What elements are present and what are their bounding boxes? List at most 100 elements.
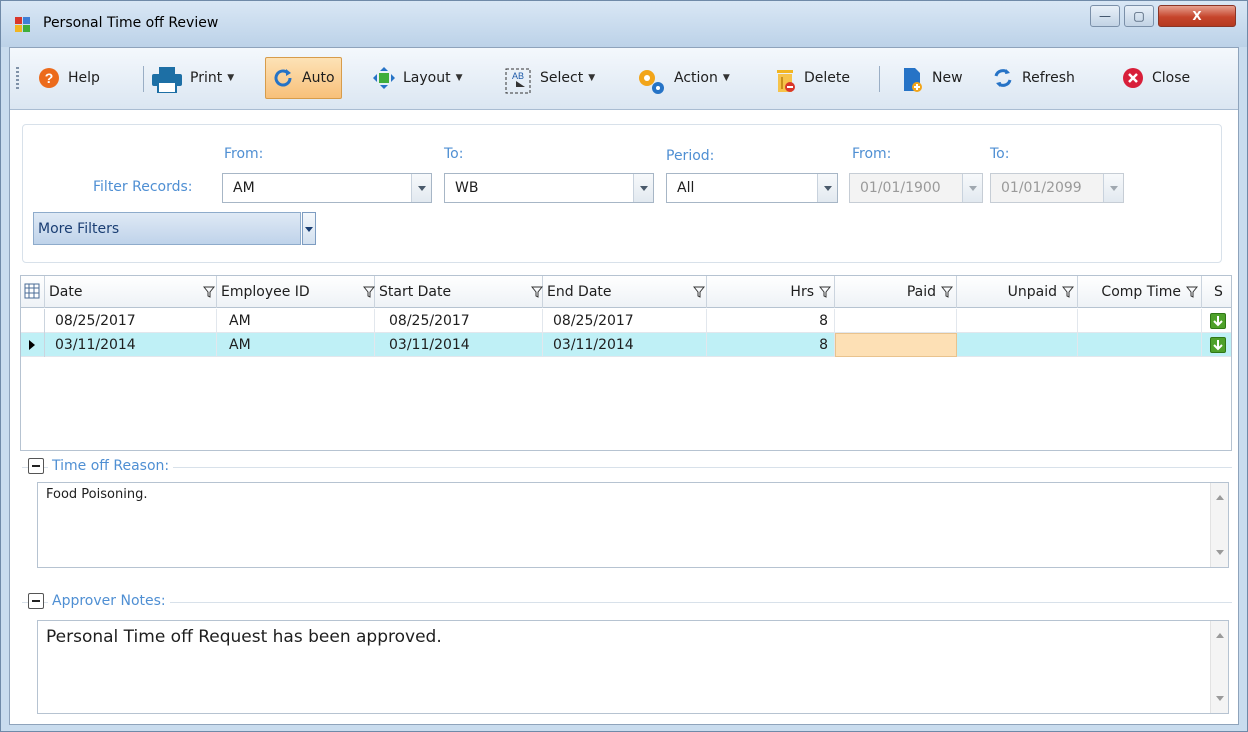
close-window-button[interactable]: X — [1158, 5, 1236, 27]
new-document-icon — [902, 67, 924, 92]
cell-date[interactable]: 03/11/2014 — [45, 333, 217, 357]
app-icon — [15, 17, 33, 33]
cell-unpaid[interactable] — [957, 333, 1078, 357]
time-off-grid: Date Employee ID Start Date End Date Hrs — [20, 275, 1232, 451]
cell-employee-id[interactable]: AM — [217, 309, 375, 333]
client-area: ? Help Print ▼ Auto Layout ▼ AB Select ▼… — [9, 47, 1239, 725]
vertical-scrollbar[interactable] — [1210, 483, 1228, 567]
more-filters-arrow-icon[interactable] — [302, 212, 316, 245]
filter-funnel-icon[interactable] — [531, 286, 543, 298]
cell-hrs[interactable]: 8 — [707, 333, 835, 357]
filter-funnel-icon[interactable] — [363, 286, 375, 298]
cell-comp-time[interactable] — [1078, 309, 1202, 333]
period-label: Period: — [666, 148, 715, 164]
select-button[interactable]: AB Select ▼ — [504, 57, 595, 99]
dropdown-arrow-icon[interactable] — [633, 174, 653, 202]
column-unpaid[interactable]: Unpaid — [957, 276, 1078, 308]
dropdown-arrow-icon[interactable] — [817, 174, 837, 202]
cell-end-date[interactable]: 08/25/2017 — [543, 309, 707, 333]
collapse-icon[interactable] — [28, 458, 44, 474]
column-hrs[interactable]: Hrs — [707, 276, 835, 308]
current-row-indicator-icon — [29, 340, 35, 350]
time-off-reason-label: Time off Reason: — [48, 458, 174, 474]
refresh-auto-icon — [272, 67, 294, 89]
from-employee-combo[interactable]: AM — [222, 173, 432, 203]
collapse-icon[interactable] — [28, 593, 44, 609]
cell-paid-editing[interactable] — [835, 333, 957, 357]
period-combo[interactable]: All — [666, 173, 838, 203]
delete-icon — [774, 67, 796, 92]
column-comp-time[interactable]: Comp Time — [1078, 276, 1202, 308]
time-off-reason-group: Time off Reason: Food Poisoning. — [22, 458, 1232, 579]
column-date[interactable]: Date — [45, 276, 217, 308]
chevron-down-icon: ▼ — [227, 73, 235, 83]
action-button[interactable]: Action ▼ — [636, 57, 730, 99]
cell-employee-id[interactable]: AM — [217, 333, 375, 357]
auto-button[interactable]: Auto — [265, 57, 342, 99]
layout-icon — [373, 67, 395, 89]
cell-start-date[interactable]: 03/11/2014 — [375, 333, 543, 357]
help-button[interactable]: ? Help — [38, 57, 100, 99]
filter-panel: From: To: Period: From: To: Filter Recor… — [22, 124, 1222, 263]
scroll-down-icon[interactable] — [1216, 550, 1224, 555]
maximize-button[interactable]: ▢ — [1124, 5, 1154, 27]
scroll-up-icon[interactable] — [1216, 633, 1224, 638]
close-icon — [1122, 67, 1144, 89]
chevron-down-icon: ▼ — [722, 73, 730, 83]
column-end-date[interactable]: End Date — [543, 276, 707, 308]
filter-funnel-icon[interactable] — [1062, 286, 1074, 298]
toolbar-grip[interactable] — [16, 67, 19, 91]
cell-date[interactable]: 08/25/2017 — [45, 309, 217, 333]
status-download-icon[interactable] — [1210, 313, 1226, 329]
filter-records-label: Filter Records: — [93, 179, 193, 195]
filter-funnel-icon[interactable] — [1186, 286, 1198, 298]
column-paid[interactable]: Paid — [835, 276, 957, 308]
cell-end-date[interactable]: 03/11/2014 — [543, 333, 707, 357]
column-employee-id[interactable]: Employee ID — [217, 276, 375, 308]
toolbar-separator — [879, 66, 880, 92]
refresh-icon — [992, 67, 1014, 89]
column-start-date[interactable]: Start Date — [375, 276, 543, 308]
approver-notes-label: Approver Notes: — [48, 593, 170, 609]
table-row[interactable]: 08/25/2017 AM 08/25/2017 08/25/2017 8 — [21, 309, 1231, 333]
refresh-button[interactable]: Refresh — [992, 57, 1075, 99]
filter-funnel-icon[interactable] — [693, 286, 705, 298]
layout-button[interactable]: Layout ▼ — [373, 57, 463, 99]
cell-hrs[interactable]: 8 — [707, 309, 835, 333]
filter-funnel-icon[interactable] — [203, 286, 215, 298]
date-from-picker: 01/01/1900 — [849, 173, 983, 203]
close-button[interactable]: Close — [1122, 57, 1190, 99]
vertical-scrollbar[interactable] — [1210, 621, 1228, 713]
filter-funnel-icon[interactable] — [819, 286, 831, 298]
scroll-up-icon[interactable] — [1216, 495, 1224, 500]
scroll-down-icon[interactable] — [1216, 696, 1224, 701]
print-button[interactable]: Print ▼ — [152, 57, 234, 99]
column-chooser-icon[interactable] — [21, 276, 45, 308]
cell-unpaid[interactable] — [957, 309, 1078, 333]
column-s[interactable]: S — [1202, 276, 1231, 308]
minimize-button[interactable]: — — [1090, 5, 1120, 27]
toolbar: ? Help Print ▼ Auto Layout ▼ AB Select ▼… — [10, 48, 1238, 110]
title-bar: Personal Time off Review — ▢ X — [1, 1, 1247, 47]
cell-comp-time[interactable] — [1078, 333, 1202, 357]
filter-funnel-icon[interactable] — [941, 286, 953, 298]
from-label: From: — [224, 146, 264, 162]
cell-start-date[interactable]: 08/25/2017 — [375, 309, 543, 333]
row-header[interactable] — [21, 309, 45, 333]
cell-paid[interactable] — [835, 309, 957, 333]
approver-notes-textarea[interactable]: Personal Time off Request has been appro… — [37, 620, 1229, 714]
time-off-reason-textarea[interactable]: Food Poisoning. — [37, 482, 1229, 568]
status-download-icon[interactable] — [1210, 337, 1226, 353]
delete-button[interactable]: Delete — [774, 57, 850, 99]
chevron-down-icon: ▼ — [455, 73, 463, 83]
new-button[interactable]: New — [902, 57, 963, 99]
select-icon: AB — [504, 67, 532, 94]
chevron-down-icon: ▼ — [588, 73, 596, 83]
dropdown-arrow-icon[interactable] — [411, 174, 431, 202]
table-row-selected[interactable]: 03/11/2014 AM 03/11/2014 03/11/2014 8 — [21, 333, 1231, 357]
grid-header: Date Employee ID Start Date End Date Hrs — [21, 276, 1231, 308]
to-label: To: — [444, 146, 464, 162]
to-employee-combo[interactable]: WB — [444, 173, 654, 203]
more-filters-dropdown[interactable]: More Filters — [33, 212, 316, 245]
row-header[interactable] — [21, 333, 45, 357]
